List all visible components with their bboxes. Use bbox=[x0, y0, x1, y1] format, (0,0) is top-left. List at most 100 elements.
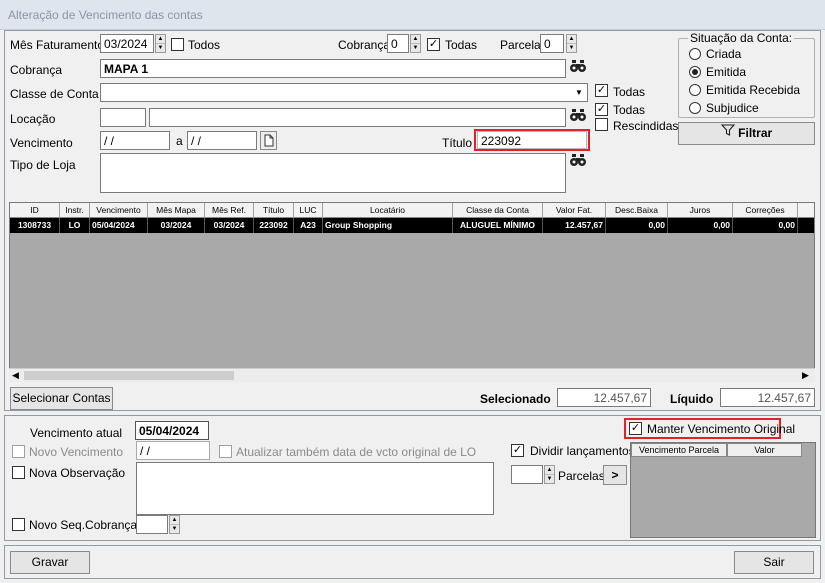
locacao-todas-checkbox[interactable]: ✓ bbox=[595, 103, 608, 116]
cobranca-num-input[interactable]: 0 bbox=[387, 34, 409, 53]
scroll-right-icon[interactable]: ▶ bbox=[802, 370, 809, 381]
selecionado-label: Selecionado bbox=[480, 392, 551, 406]
locacao-code-input[interactable] bbox=[100, 108, 146, 127]
locacao-name-input[interactable] bbox=[149, 108, 566, 127]
table-cell: Group Shopping bbox=[323, 218, 453, 233]
mes-faturamento-label: Mês Faturamento bbox=[10, 38, 105, 52]
nova-obs-label: Nova Observação bbox=[29, 466, 126, 480]
table-cell: 0,00 bbox=[733, 218, 798, 233]
grid-header-cell[interactable]: Vencimento bbox=[90, 203, 148, 218]
radio-emitida-label: Emitida bbox=[706, 65, 747, 79]
parcelas-spinner[interactable]: ▲ ▼ bbox=[544, 465, 555, 484]
mes-faturamento-spinner[interactable]: ▲ ▼ bbox=[155, 34, 166, 53]
grid-header-cell[interactable]: Título bbox=[254, 203, 294, 218]
table-cell: 05/04/2024 bbox=[90, 218, 148, 233]
tipo-loja-binoculars-icon[interactable] bbox=[568, 153, 588, 172]
parcela-header-vencimento: Vencimento Parcela bbox=[631, 443, 727, 457]
table-row[interactable]: 1308733 LO 05/04/2024 03/2024 03/2024 223092 A… bbox=[10, 218, 814, 233]
gravar-button[interactable]: Gravar bbox=[10, 551, 90, 574]
nova-obs-textarea[interactable] bbox=[136, 462, 494, 515]
grid-header-cell[interactable]: Classe da Conta bbox=[453, 203, 543, 218]
table-cell: 12.457,67 bbox=[543, 218, 606, 233]
novo-venc-input[interactable]: / / bbox=[136, 441, 210, 460]
radio-emitida-recebida-label: Emitida Recebida bbox=[706, 83, 801, 97]
radio-emitida[interactable] bbox=[689, 66, 701, 78]
table-cell: 0,00 bbox=[606, 218, 668, 233]
grid-header-cell[interactable]: Mês Ref. bbox=[205, 203, 254, 218]
classe-todas-checkbox[interactable]: ✓ bbox=[595, 84, 608, 97]
radio-criada[interactable] bbox=[689, 48, 701, 60]
rescindidas-checkbox[interactable] bbox=[595, 118, 608, 131]
mes-faturamento-input[interactable]: 03/2024 bbox=[100, 34, 154, 53]
sair-button[interactable]: Sair bbox=[734, 551, 814, 574]
dividir-label: Dividir lançamentos bbox=[530, 444, 635, 458]
grid-header-cell[interactable]: Valor Fat. bbox=[543, 203, 606, 218]
novo-venc-label: Novo Vencimento bbox=[29, 445, 124, 459]
filtrar-button[interactable]: Filtrar bbox=[678, 122, 815, 145]
classe-conta-select[interactable] bbox=[100, 83, 588, 102]
venc-atual-label: Vencimento atual bbox=[30, 426, 123, 440]
scroll-left-icon[interactable]: ◀ bbox=[12, 370, 19, 381]
parcelas-go-button[interactable]: > bbox=[603, 465, 627, 485]
radio-criada-label: Criada bbox=[706, 47, 742, 61]
parcela-label: Parcela bbox=[500, 38, 541, 52]
grid-hscrollbar[interactable]: ◀ ▶ bbox=[9, 368, 815, 382]
locacao-label: Locação bbox=[10, 112, 56, 126]
manter-checkbox[interactable]: ✓ bbox=[629, 422, 642, 435]
table-cell: 03/2024 bbox=[205, 218, 254, 233]
grid-header-cell[interactable]: ID bbox=[10, 203, 60, 218]
vencimento-de-input[interactable]: / / bbox=[100, 131, 170, 150]
cobranca-todas-checkbox[interactable]: ✓ bbox=[427, 38, 440, 51]
cobranca-label: Cobrança bbox=[10, 63, 63, 77]
grid-header-cell[interactable]: Correções bbox=[733, 203, 798, 218]
grid-header-cell[interactable]: LUC bbox=[294, 203, 323, 218]
vencimento-label: Vencimento bbox=[10, 136, 73, 150]
selecionar-contas-button[interactable]: Selecionar Contas bbox=[10, 387, 113, 410]
classe-conta-dropdown-icon[interactable]: ▼ bbox=[571, 84, 587, 101]
grid-header-cell[interactable]: Juros bbox=[668, 203, 733, 218]
novo-seq-checkbox[interactable] bbox=[12, 518, 25, 531]
calendar-doc-icon[interactable] bbox=[260, 131, 277, 150]
parcelas-grid[interactable]: Vencimento Parcela Valor bbox=[630, 442, 816, 538]
nova-obs-checkbox[interactable] bbox=[12, 466, 25, 479]
classe-conta-label: Classe de Conta bbox=[10, 87, 99, 101]
venc-atual-value: 05/04/2024 bbox=[135, 421, 209, 440]
cobranca-input[interactable]: MAPA 1 bbox=[100, 59, 566, 78]
grid-header-cell[interactable]: Desc.Baixa bbox=[606, 203, 668, 218]
vencimento-ate-input[interactable]: / / bbox=[187, 131, 257, 150]
grid-header-cell[interactable]: Mês Mapa bbox=[148, 203, 205, 218]
parcela-header-valor: Valor bbox=[727, 443, 802, 457]
classe-todas-label: Todas bbox=[613, 85, 646, 99]
parcela-input[interactable]: 0 bbox=[540, 34, 564, 53]
liquido-label: Líquido bbox=[670, 392, 714, 406]
scroll-thumb[interactable] bbox=[24, 371, 234, 380]
grid-header-cell[interactable]: Locatário bbox=[323, 203, 453, 218]
filter-funnel-icon bbox=[720, 123, 736, 144]
situacao-title: Situação da Conta: bbox=[688, 31, 795, 45]
cobranca-binoculars-icon[interactable] bbox=[568, 59, 588, 78]
tipo-loja-label: Tipo de Loja bbox=[10, 158, 76, 172]
novo-venc-checkbox[interactable] bbox=[12, 445, 25, 458]
table-cell: LO bbox=[60, 218, 90, 233]
parcela-spinner[interactable]: ▲ ▼ bbox=[566, 34, 577, 53]
titulo-input[interactable]: 223092 bbox=[477, 131, 587, 149]
parcelas-input[interactable] bbox=[511, 465, 543, 484]
contas-grid[interactable]: ID Instr. Vencimento Mês Mapa Mês Ref. Título… bbox=[9, 202, 815, 382]
grid-header: ID Instr. Vencimento Mês Mapa Mês Ref. Título… bbox=[10, 203, 814, 218]
radio-subjudice[interactable] bbox=[689, 102, 701, 114]
tipo-loja-input[interactable] bbox=[100, 153, 566, 193]
table-cell: A23 bbox=[294, 218, 323, 233]
cobranca-todas-label: Todas bbox=[445, 38, 478, 52]
vencimento-a-label: a bbox=[176, 134, 183, 148]
locacao-binoculars-icon[interactable] bbox=[568, 108, 588, 127]
novo-seq-label: Novo Seq.Cobrança bbox=[29, 518, 138, 532]
novo-seq-spinner[interactable]: ▲ ▼ bbox=[169, 515, 180, 534]
todos-checkbox[interactable] bbox=[171, 38, 184, 51]
novo-seq-input[interactable] bbox=[136, 515, 168, 534]
atualizar-checkbox[interactable] bbox=[219, 445, 232, 458]
radio-subjudice-label: Subjudice bbox=[706, 101, 759, 115]
dividir-checkbox[interactable]: ✓ bbox=[511, 444, 524, 457]
radio-emitida-recebida[interactable] bbox=[689, 84, 701, 96]
cobranca-num-spinner[interactable]: ▲ ▼ bbox=[410, 34, 421, 53]
grid-header-cell[interactable]: Instr. bbox=[60, 203, 90, 218]
